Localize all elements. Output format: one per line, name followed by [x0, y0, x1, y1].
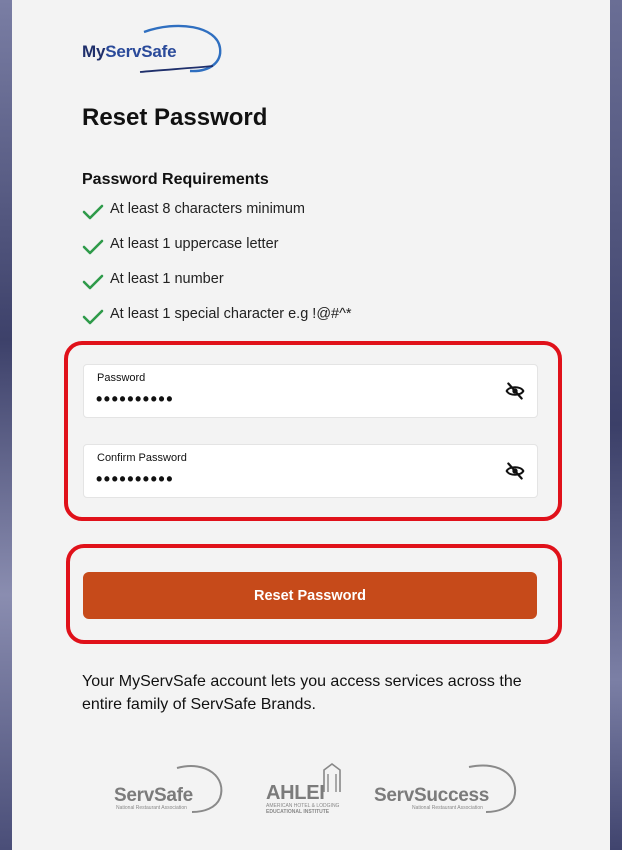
requirements-title: Password Requirements — [82, 171, 269, 188]
brand-logos: ServSafe National Restaurant Association… — [112, 762, 522, 822]
myservsafe-logo: MyServSafe — [82, 22, 232, 73]
info-text: Your MyServSafe account lets you access … — [82, 673, 522, 713]
password-field[interactable]: Password •••••••••• — [83, 364, 538, 418]
eye-slash-icon[interactable] — [505, 381, 525, 401]
requirement-label: At least 1 special character e.g !@#^* — [110, 306, 352, 322]
password-input[interactable]: •••••••••• — [96, 389, 174, 410]
background-left — [0, 0, 12, 850]
password-label: Password — [97, 372, 146, 384]
check-icon — [82, 204, 104, 220]
confirm-password-label: Confirm Password — [97, 452, 187, 464]
requirements-list: At least 8 characters minimum At least 1… — [82, 198, 352, 338]
check-icon — [82, 309, 104, 325]
reset-password-button[interactable]: Reset Password — [83, 572, 537, 619]
check-icon — [82, 239, 104, 255]
confirm-password-field[interactable]: Confirm Password •••••••••• — [83, 444, 538, 498]
requirement-item: At least 8 characters minimum — [82, 198, 352, 233]
requirement-label: At least 1 uppercase letter — [110, 236, 279, 252]
requirement-label: At least 1 number — [110, 271, 224, 287]
requirement-label: At least 8 characters minimum — [110, 201, 306, 217]
servsuccess-brand-logo: ServSuccess National Restaurant Associat… — [374, 762, 522, 822]
ahlei-brand-logo: AHLEI AMERICAN HOTEL & LODGING EDUCATION… — [264, 762, 346, 822]
servsafe-brand-logo: ServSafe National Restaurant Association — [112, 762, 232, 822]
confirm-password-input[interactable]: •••••••••• — [96, 469, 174, 490]
page-title: Reset Password — [82, 104, 268, 131]
background-right — [610, 0, 622, 850]
requirement-item: At least 1 uppercase letter — [82, 233, 352, 268]
reset-password-card: MyServSafe Reset Password Password Requi… — [12, 0, 610, 850]
check-icon — [82, 274, 104, 290]
requirement-item: At least 1 number — [82, 268, 352, 303]
requirement-item: At least 1 special character e.g !@#^* — [82, 303, 352, 338]
logo-text: MyServSafe — [82, 42, 177, 61]
eye-slash-icon[interactable] — [505, 461, 525, 481]
